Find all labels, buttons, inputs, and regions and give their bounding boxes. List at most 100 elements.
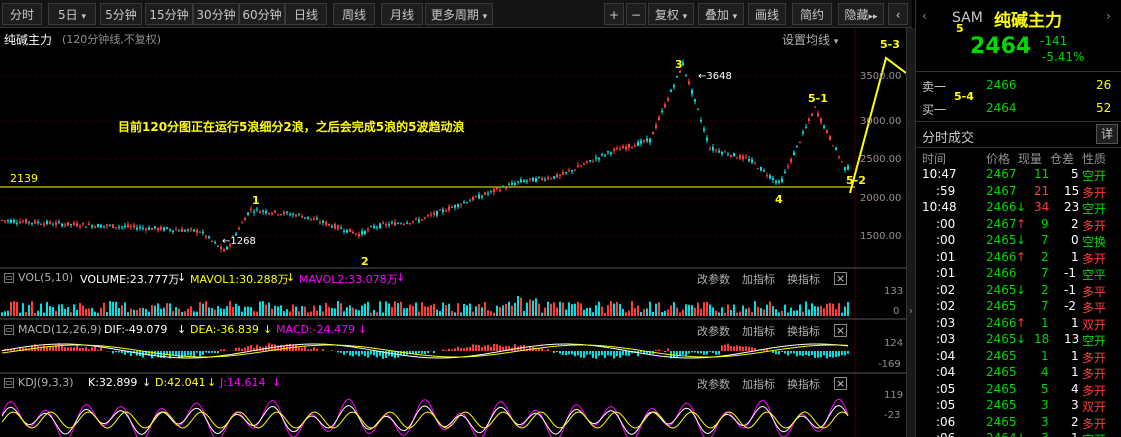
macd-bar	[454, 348, 456, 351]
volume-bar	[142, 308, 144, 316]
candle-body	[673, 85, 675, 88]
macd-bar	[268, 343, 270, 351]
kdj-tick: 119	[884, 390, 904, 401]
volume-bar	[619, 303, 621, 316]
tab-15min[interactable]: 15分钟	[145, 3, 193, 25]
modify-params-button[interactable]: 改参数	[697, 323, 730, 339]
add-indicator-button[interactable]: 加指标	[742, 323, 775, 339]
trade-time: :59	[936, 183, 956, 198]
candle-body	[178, 230, 180, 232]
volume-bar	[157, 303, 159, 316]
volume-bar	[61, 304, 63, 316]
macd-bar	[787, 351, 789, 356]
collapse-icon[interactable]: ▭	[4, 273, 14, 283]
draw-button[interactable]: 画线	[748, 3, 786, 25]
trade-price: 2466	[986, 249, 1017, 264]
arrow-down-icon: ↓	[358, 323, 368, 336]
candle-body	[7, 220, 9, 222]
tab-weekly[interactable]: 周线	[333, 3, 375, 25]
prev-contract-icon[interactable]: ‹	[922, 9, 927, 23]
ma-settings-button[interactable]: 设置均线 ▾	[782, 31, 838, 48]
candle-body	[601, 154, 603, 156]
panel-toggle-button[interactable]: ‹	[888, 3, 908, 25]
tab-more-periods[interactable]: 更多周期 ▾	[425, 3, 493, 25]
volume-bar	[631, 301, 633, 316]
volume-bar	[655, 303, 657, 316]
detail-button[interactable]: 详	[1096, 124, 1118, 144]
volume-bar	[712, 307, 714, 316]
candle-body	[610, 152, 612, 155]
macd-bar	[607, 351, 609, 356]
candle-body	[793, 152, 795, 156]
switch-indicator-button[interactable]: 换指标	[787, 271, 820, 287]
switch-indicator-button[interactable]: 换指标	[787, 376, 820, 392]
macd-bar	[445, 349, 447, 351]
collapse-icon[interactable]: ▭	[4, 325, 14, 335]
bid-price: 2464	[986, 101, 1017, 115]
macd-bar	[418, 351, 420, 354]
candle-body	[151, 228, 153, 230]
zoom-in-button[interactable]: +	[604, 3, 624, 25]
switch-indicator-button[interactable]: 换指标	[787, 323, 820, 339]
candle-body	[220, 246, 222, 250]
add-indicator-button[interactable]: 加指标	[742, 376, 775, 392]
modify-params-button[interactable]: 改参数	[697, 271, 730, 287]
collapse-icon[interactable]: ▭	[4, 378, 14, 388]
volume-bar	[580, 303, 582, 316]
close-icon[interactable]: ×	[834, 324, 847, 337]
indicator-name[interactable]: MACD(12,26,9)	[18, 323, 102, 336]
candle-body	[280, 213, 282, 215]
hide-button[interactable]: 隐藏▸▸	[838, 3, 884, 25]
volume-bar	[151, 305, 153, 316]
zoom-out-button[interactable]: −	[626, 3, 646, 25]
macd-bar	[748, 346, 750, 351]
add-indicator-button[interactable]: 加指标	[742, 271, 775, 287]
trade-price: 2467	[986, 216, 1017, 231]
tab-30min[interactable]: 30分钟	[193, 3, 239, 25]
volume-bar	[583, 309, 585, 316]
candle-body	[757, 168, 759, 170]
bid-label: 买一	[922, 103, 947, 117]
volume-bar	[184, 311, 186, 316]
candle-body	[226, 246, 228, 250]
indicator-name[interactable]: KDJ(9,3,3)	[18, 376, 74, 389]
macd-bar	[796, 351, 798, 357]
candle-body	[745, 157, 747, 159]
candle-body	[565, 172, 567, 174]
kline-chart[interactable]: 纯碱主力 (120分钟线,不复权) 设置均线 ▾ 2139 目前120分图正在运…	[0, 28, 912, 437]
volume-bar	[313, 305, 315, 316]
close-icon[interactable]: ×	[834, 272, 847, 285]
candle-body	[325, 222, 327, 226]
macd-bar	[712, 351, 714, 354]
next-contract-icon[interactable]: ›	[1106, 9, 1111, 23]
simple-button[interactable]: 简约	[792, 3, 832, 25]
tab-monthly[interactable]: 月线	[381, 3, 423, 25]
tab-60min[interactable]: 60分钟	[239, 3, 285, 25]
candle-body	[364, 230, 366, 235]
overlay-button[interactable]: 叠加 ▾	[698, 3, 744, 25]
tab-intraday[interactable]: 分时	[2, 3, 42, 25]
trade-volume: 5	[1041, 381, 1049, 396]
volume-bar	[790, 307, 792, 316]
candle-body	[190, 228, 192, 230]
candle-body	[634, 145, 636, 147]
candle-body	[703, 128, 705, 131]
trade-volume: 2	[1041, 282, 1049, 297]
candle-body	[736, 157, 738, 159]
adjust-button[interactable]: 复权 ▾	[648, 3, 694, 25]
close-icon[interactable]: ×	[834, 377, 847, 390]
modify-params-button[interactable]: 改参数	[697, 376, 730, 392]
volume-bar	[598, 301, 600, 316]
candle-body	[268, 212, 270, 215]
tab-daily[interactable]: 日线	[285, 3, 327, 25]
candle-body	[193, 229, 195, 232]
tab-5min[interactable]: 5分钟	[100, 3, 142, 25]
volume-bar	[49, 306, 51, 316]
tab-5day[interactable]: 5日 ▾	[48, 3, 96, 25]
macd-bar	[73, 347, 75, 351]
candle-body	[340, 227, 342, 229]
volume-bar	[505, 303, 507, 316]
volume-bar	[286, 309, 288, 316]
indicator-name[interactable]: VOL(5,10)	[18, 271, 73, 284]
trade-nature: 多平	[1082, 284, 1107, 299]
